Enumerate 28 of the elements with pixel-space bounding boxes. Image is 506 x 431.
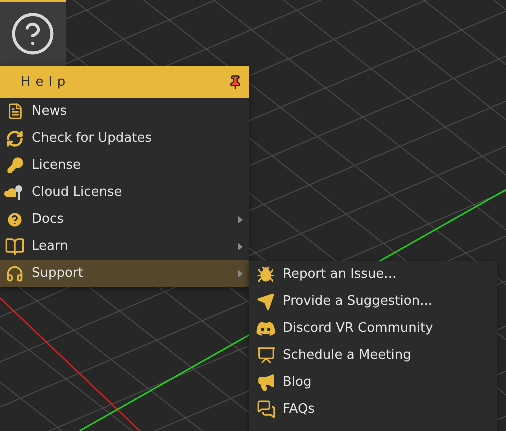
menu-item[interactable]: Learn xyxy=(0,233,249,260)
menu-item[interactable]: License xyxy=(0,152,249,179)
menu-title: Help xyxy=(21,74,71,90)
key-icon xyxy=(6,157,24,174)
refresh-icon xyxy=(6,130,24,148)
help-icon xyxy=(10,11,56,57)
menu-item[interactable]: Support xyxy=(0,260,249,287)
book-icon xyxy=(5,236,25,256)
menu-item[interactable]: News xyxy=(0,98,249,125)
presentation-screen-icon xyxy=(256,346,276,365)
menu-item[interactable]: Schedule a Meeting xyxy=(249,342,497,369)
menu-item[interactable]: Provide a Suggestion... xyxy=(249,288,497,315)
menu-item[interactable]: Cloud License xyxy=(0,179,249,206)
bug-icon xyxy=(257,266,275,284)
menu-item[interactable]: Docs xyxy=(0,206,249,233)
menu-item[interactable]: Report an Issue... xyxy=(249,261,497,288)
help-button[interactable] xyxy=(0,0,66,66)
menu-item[interactable]: FAQs xyxy=(249,396,497,423)
document-icon xyxy=(6,103,24,120)
menu-item[interactable]: Check for Updates xyxy=(0,125,249,152)
menu-item[interactable]: Discord VR Community xyxy=(249,315,497,342)
help-icon xyxy=(6,210,24,228)
paper-plane-icon xyxy=(257,292,275,310)
megaphone-icon xyxy=(256,373,276,392)
headset-icon xyxy=(6,264,24,282)
chat-bubbles-icon xyxy=(256,400,276,419)
pin-icon[interactable] xyxy=(228,74,243,90)
menu-item[interactable]: Blog xyxy=(249,369,497,396)
